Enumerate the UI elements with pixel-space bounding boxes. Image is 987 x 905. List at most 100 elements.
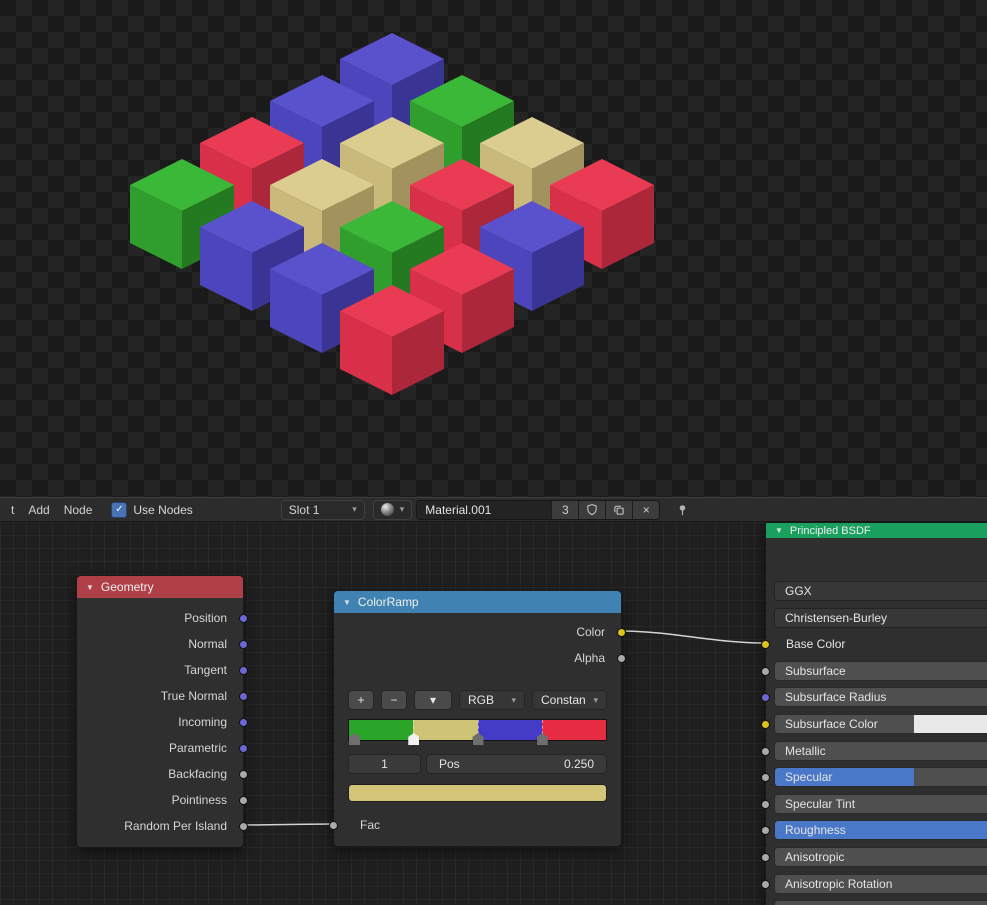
row-label: Metallic xyxy=(785,744,826,758)
socket-principled-subsurface[interactable] xyxy=(761,666,770,676)
menu-node[interactable]: Node xyxy=(64,503,93,517)
principled-row-specular-tint[interactable]: Specular Tint xyxy=(774,794,987,814)
principled-row-subsurface-color[interactable]: Subsurface Color xyxy=(774,714,987,734)
pos-value: 0.250 xyxy=(563,757,594,771)
pin-button[interactable] xyxy=(676,503,689,517)
socket-principled-subsurface-radius[interactable] xyxy=(761,692,770,702)
socket-colorramp-fac[interactable] xyxy=(329,820,338,830)
pin-icon xyxy=(680,504,686,515)
collapse-icon[interactable]: ▼ xyxy=(775,526,783,535)
principled-row-anisotropic[interactable]: Anisotropic xyxy=(774,847,987,867)
socket-geometry-true-normal[interactable] xyxy=(239,691,248,701)
interpolation-dropdown[interactable]: Constan ▾ xyxy=(532,690,607,710)
render-preview-cubes xyxy=(130,33,654,395)
color-mode-dropdown[interactable]: RGB ▾ xyxy=(459,690,525,710)
stop-index-field[interactable]: 1 xyxy=(348,754,421,774)
shield-icon xyxy=(587,504,597,516)
chevron-down-icon: ▾ xyxy=(511,694,516,705)
ramp-options-dropdown[interactable]: ▾ xyxy=(414,690,452,710)
node-title: Principled BSDF xyxy=(789,524,871,537)
row-label: Christensen-Burley xyxy=(785,611,888,625)
geometry-output-random-per-island: Random Per Island xyxy=(124,819,227,833)
node-title: Geometry xyxy=(100,580,154,594)
row-label: Subsurface Radius xyxy=(785,690,887,704)
color-swatch[interactable] xyxy=(913,715,987,733)
material-preview-icon xyxy=(380,503,394,516)
chevron-down-icon: ▾ xyxy=(399,504,405,514)
ramp-segment-1 xyxy=(413,720,478,740)
socket-principled-base-color[interactable] xyxy=(761,639,770,649)
principled-row-specular[interactable]: Specular xyxy=(774,767,987,787)
socket-colorramp-color[interactable] xyxy=(617,627,626,637)
principled-row-metallic[interactable]: Metallic xyxy=(774,741,987,761)
fake-user-button[interactable] xyxy=(578,500,606,519)
row-label: Roughness xyxy=(785,823,846,837)
fac-input-label: Fac xyxy=(360,818,381,832)
material-users-button[interactable]: 3 xyxy=(551,500,579,519)
unlink-material-button[interactable]: × xyxy=(632,500,660,519)
socket-colorramp-alpha[interactable] xyxy=(617,653,626,663)
geometry-output-pointiness: Pointiness xyxy=(171,793,227,807)
principled-bsdf-node[interactable]: ▼ Principled BSDF GGX Christensen-Burley B… xyxy=(761,522,987,905)
remove-stop-button[interactable]: − xyxy=(381,690,407,710)
browse-material-dropdown[interactable]: ▾ xyxy=(372,499,413,520)
principled-row-base-color: Base Color xyxy=(774,634,987,654)
use-nodes-checkbox[interactable]: ✓ xyxy=(111,501,128,518)
socket-principled-metallic[interactable] xyxy=(761,746,770,756)
geometry-node-header[interactable]: ▼ Geometry xyxy=(77,576,243,598)
material-name-field[interactable]: Material.001 xyxy=(417,500,552,519)
geometry-output-normal: Normal xyxy=(188,637,227,651)
slot-dropdown[interactable]: Slot 1 ▾ xyxy=(280,499,365,520)
ramp-segment-3 xyxy=(541,720,606,740)
chevron-down-icon: ▾ xyxy=(593,694,598,705)
geometry-output-true-normal: True Normal xyxy=(160,689,227,703)
pos-label: Pos xyxy=(439,757,460,771)
socket-principled-specular-tint[interactable] xyxy=(761,799,770,809)
node-title: ColorRamp xyxy=(357,595,419,609)
principled-row-subsurface-radius[interactable]: Subsurface Radius xyxy=(774,687,987,707)
row-label: GGX xyxy=(785,584,812,598)
menu-add[interactable]: Add xyxy=(28,503,49,517)
principled-row-sheen[interactable]: Sheen xyxy=(774,900,987,905)
socket-geometry-tangent[interactable] xyxy=(239,665,248,675)
socket-principled-anisotropic[interactable] xyxy=(761,852,770,862)
colorramp-node-header[interactable]: ▼ ColorRamp xyxy=(334,591,621,613)
add-stop-button[interactable]: + xyxy=(348,690,374,710)
socket-principled-anisotropic-rotation[interactable] xyxy=(761,879,770,889)
chevron-down-icon: ▾ xyxy=(352,504,357,514)
row-label: Anisotropic xyxy=(785,850,845,864)
stop-position-field[interactable]: Pos 0.250 xyxy=(426,754,607,774)
fac-input-row: Fac xyxy=(334,815,380,835)
new-material-button[interactable] xyxy=(605,500,633,519)
color-ramp-gradient[interactable] xyxy=(348,719,607,745)
principled-row-anisotropic-rotation[interactable]: Anisotropic Rotation xyxy=(774,874,987,894)
principled-row-roughness[interactable]: Roughness xyxy=(774,820,987,840)
slot-label: Slot 1 xyxy=(288,502,320,517)
socket-geometry-parametric[interactable] xyxy=(239,743,248,753)
menu-truncated[interactable]: t xyxy=(11,503,14,517)
geometry-node[interactable]: ▼ Geometry Position Normal Tangent True Nor… xyxy=(76,575,248,848)
socket-geometry-pointiness[interactable] xyxy=(239,795,248,805)
node-editor-canvas[interactable]: ▼ Geometry Position Normal Tangent True Nor… xyxy=(0,522,987,905)
socket-geometry-incoming[interactable] xyxy=(239,717,248,727)
socket-principled-specular[interactable] xyxy=(761,772,770,782)
principled-row-subsurface[interactable]: Subsurface xyxy=(774,661,987,681)
socket-principled-subsurface-color[interactable] xyxy=(761,719,770,729)
principled-node-header[interactable]: ▼ Principled BSDF xyxy=(766,523,987,538)
socket-geometry-random-per-island[interactable] xyxy=(239,821,248,831)
ramp-segment-2 xyxy=(477,720,542,740)
row-label: Specular xyxy=(785,770,833,784)
socket-geometry-position[interactable] xyxy=(239,613,248,623)
principled-row-christensen-burley[interactable]: Christensen-Burley xyxy=(774,608,987,628)
collapse-icon[interactable]: ▼ xyxy=(86,583,94,592)
collapse-icon[interactable]: ▼ xyxy=(343,598,351,607)
geometry-output-tangent: Tangent xyxy=(184,663,227,677)
socket-geometry-normal[interactable] xyxy=(239,639,248,649)
3d-viewport[interactable] xyxy=(0,0,987,497)
colorramp-node[interactable]: ▼ ColorRamp Color Alpha + − ▾ RGB ▾ Cons… xyxy=(329,590,626,847)
use-nodes-label: Use Nodes xyxy=(133,502,193,517)
socket-principled-roughness[interactable] xyxy=(761,825,770,835)
socket-geometry-backfacing[interactable] xyxy=(239,769,248,779)
principled-row-ggx[interactable]: GGX xyxy=(774,581,987,601)
stop-color-swatch[interactable] xyxy=(348,784,607,802)
